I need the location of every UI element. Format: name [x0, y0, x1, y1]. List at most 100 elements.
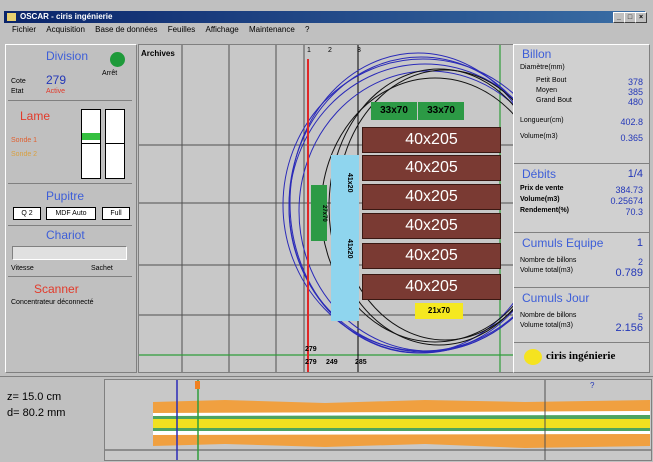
vitesse-label: Vitesse	[11, 265, 34, 272]
debits-row-volume-value: 0.25674	[610, 196, 643, 206]
plank-2: 40x205	[362, 155, 501, 181]
menu-base-de-donnees[interactable]: Base de données	[95, 24, 157, 35]
d-readout: d= 80.2 mm	[7, 407, 66, 419]
marker-label: ?	[590, 381, 595, 390]
menu-maintenance[interactable]: Maintenance	[249, 24, 295, 35]
scanner-status: Concentrateur déconnecté	[11, 299, 94, 306]
menu-help[interactable]: ?	[305, 24, 309, 35]
cumuls-jour-title: Cumuls Jour	[522, 291, 590, 305]
plank-4: 40x205	[362, 213, 501, 239]
chariot-title: Chariot	[46, 228, 85, 242]
plank-3: 40x205	[362, 184, 501, 210]
cumuls-jour-row-volume-label: Volume total(m3)	[520, 322, 573, 329]
cote-value: 279	[46, 73, 67, 87]
cumuls-equipe-row-nombre-value: 2	[637, 257, 643, 267]
close-button[interactable]: ×	[635, 12, 647, 23]
side-plank-mid: 41x20 41x20	[331, 155, 359, 321]
top-small-plank-1: 33x70	[371, 102, 417, 120]
column-2-label: 2	[328, 47, 332, 54]
window-title: OSCAR - ciris ingénierie	[20, 12, 113, 21]
status-indicator	[110, 52, 125, 67]
billon-row-moyen-value: 385	[627, 87, 643, 97]
lame-gauge-1	[81, 109, 101, 179]
position-cursor-icon[interactable]	[195, 381, 200, 389]
billon-row-volume-label: Volume(m3)	[520, 133, 558, 140]
etat-label: Etat	[11, 88, 24, 95]
billon-row-grand-value: 480	[627, 97, 643, 107]
bottom-small-plank: 21x70	[415, 303, 463, 319]
billon-section: Billon Diamètre(mm) Petit Bout 378 Moyen 3…	[514, 45, 649, 164]
top-small-plank-2: 33x70	[418, 102, 464, 120]
debits-section: Débits 1/4 Prix de vente 384.73 Volume(m3…	[514, 164, 649, 233]
cumuls-equipe-section: Cumuls Equipe 1 Nombre de billons 2 Volum…	[514, 233, 649, 288]
bottom-label-3: 249	[326, 359, 338, 366]
menu-affichage[interactable]: Affichage	[206, 24, 239, 35]
pupitre-mdf-auto-button[interactable]: MDF Auto	[46, 207, 96, 220]
pupitre-full-button[interactable]: Full	[102, 207, 130, 220]
z-readout: z= 15.0 cm	[7, 391, 62, 403]
debits-title: Débits	[522, 167, 557, 181]
scanner-title: Scanner	[34, 282, 79, 296]
billon-row-longueur-label: Longueur(cm)	[520, 117, 564, 124]
debits-row-prix-label: Prix de vente	[520, 185, 564, 192]
debits-row-prix-value: 384.73	[615, 185, 643, 195]
pupitre-title: Pupitre	[46, 189, 85, 203]
bottom-label-1: 279	[305, 346, 317, 353]
side-mid-top-label: 41x20	[346, 173, 353, 193]
ciris-logo-icon	[524, 349, 542, 365]
app-icon	[7, 13, 16, 21]
archives-label: Archives	[141, 49, 175, 58]
cumuls-jour-row-nombre-value: 5	[637, 312, 643, 322]
arret-label: Arrêt	[102, 70, 118, 77]
bottom-label-2: 279	[305, 359, 317, 366]
plank-5: 40x205	[362, 243, 501, 269]
lame-title: Lame	[20, 109, 51, 123]
pupitre-q2-button[interactable]: Q 2	[13, 207, 41, 220]
debits-row-rendement-value: 70.3	[625, 207, 643, 217]
billon-row-moyen-label: Moyen	[536, 87, 558, 94]
cumuls-equipe-row-nombre-label: Nombre de billons	[520, 257, 577, 264]
debits-row-volume-label: Volume(m3)	[520, 196, 560, 203]
bottom-label-4: 285	[355, 359, 367, 366]
lame-gauge-2	[105, 109, 125, 179]
ciris-logo-text: ciris ingénierie	[546, 350, 616, 362]
billon-row-grand-label: Grand Bout	[536, 97, 572, 104]
cumuls-jour-section: Cumuls Jour Nombre de billons 5 Volume to…	[514, 288, 649, 343]
debits-value: 1/4	[627, 168, 643, 180]
billon-title: Billon	[522, 47, 552, 61]
plank-6: 40x205	[362, 274, 501, 300]
etat-value: Active	[46, 88, 66, 95]
cumuls-equipe-row-volume-label: Volume total(m3)	[520, 267, 573, 274]
plank-1: 40x205	[362, 127, 501, 153]
sonde-2-label: Sonde 2	[11, 151, 38, 158]
menu-bar: Fichier Acquisition Base de données Feui…	[4, 24, 645, 35]
longitudinal-view: ?	[104, 379, 652, 461]
billon-row-volume-value: 0.365	[620, 133, 643, 143]
billon-row-petit-value: 378	[627, 77, 643, 87]
debits-row-rendement-label: Rendement(%)	[520, 207, 570, 214]
left-panel: Division Arrêt Cote 279 Etat Active Lame…	[5, 44, 137, 373]
sachet-label: Sachet	[91, 265, 113, 272]
column-1-label: 1	[307, 47, 311, 54]
longitudinal-panel: z= 15.0 cm d= 80.2 mm ?	[0, 376, 653, 462]
division-title: Division	[46, 49, 89, 63]
cote-label: Cote	[11, 78, 26, 85]
billon-row-petit-label: Petit Bout	[536, 77, 567, 84]
chariot-speed-bar	[12, 246, 127, 260]
menu-feuilles[interactable]: Feuilles	[168, 24, 196, 35]
cumuls-equipe-title: Cumuls Equipe	[522, 236, 604, 250]
menu-fichier[interactable]: Fichier	[12, 24, 36, 35]
log-profile	[105, 380, 651, 460]
cumuls-equipe-value: 1	[636, 237, 643, 249]
side-mid-bot-label: 41x20	[346, 239, 353, 259]
column-3-label: 3	[357, 47, 361, 54]
cumuls-jour-row-nombre-label: Nombre de billons	[520, 312, 577, 319]
cumuls-equipe-row-volume-value: 0.789	[615, 267, 643, 279]
cumuls-jour-row-volume-value: 2.156	[615, 322, 643, 334]
billon-subtitle: Diamètre(mm)	[520, 64, 565, 71]
side-plank-left: 27x70	[311, 185, 327, 241]
menu-acquisition[interactable]: Acquisition	[46, 24, 85, 35]
title-bar: OSCAR - ciris ingénierie _ □ ×	[4, 11, 647, 23]
billon-row-longueur-value: 402.8	[620, 117, 643, 127]
sonde-1-label: Sonde 1	[11, 137, 38, 144]
